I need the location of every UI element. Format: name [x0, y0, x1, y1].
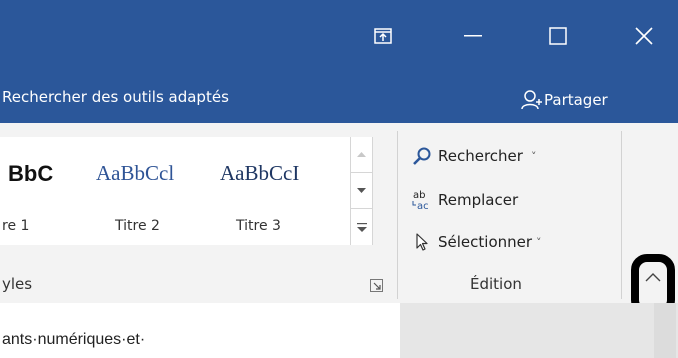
style-heading3-label: Titre 3 — [236, 218, 281, 234]
find-button[interactable]: Rechercher ˅ — [412, 141, 536, 171]
chevron-up-icon — [645, 273, 661, 282]
gallery-more-button[interactable] — [351, 209, 372, 245]
maximize-button[interactable] — [532, 14, 584, 58]
styles-group-label: yles — [2, 275, 33, 293]
group-separator — [397, 131, 398, 299]
ribbon-display-options-icon — [374, 28, 392, 44]
minimize-icon — [464, 35, 482, 37]
share-label: Partager — [544, 91, 608, 109]
select-button[interactable]: Sélectionner ˅ — [412, 227, 542, 257]
group-separator — [621, 131, 622, 299]
replace-label: Remplacer — [438, 191, 519, 209]
style-heading2-label: Titre 2 — [115, 218, 160, 234]
ribbon: BbC AaBbCcl AaBbCcI re 1 Titre 2 Titre 3… — [0, 123, 678, 303]
style-heading1-label: re 1 — [2, 218, 30, 234]
triangle-down-icon — [357, 188, 366, 193]
styles-gallery: BbC AaBbCcl AaBbCcI re 1 Titre 2 Titre 3 — [0, 137, 350, 245]
document-text: ants·numériques·et· — [2, 331, 146, 348]
svg-text:ac: ac — [417, 201, 429, 211]
gallery-scroll-down[interactable] — [351, 173, 372, 209]
svg-text:ab: ab — [413, 190, 425, 201]
share-button[interactable]: Partager — [520, 85, 608, 115]
replace-icon: ab ac — [412, 190, 429, 211]
ribbon-display-options-button[interactable] — [357, 14, 409, 58]
style-heading3-sample[interactable]: AaBbCcI — [220, 161, 299, 186]
share-person-icon — [521, 90, 542, 110]
more-styles-icon — [356, 222, 367, 232]
minimize-button[interactable] — [447, 14, 499, 58]
document-area: ants·numériques·et· — [0, 303, 678, 358]
styles-dialog-launcher-icon[interactable] — [370, 279, 383, 292]
tell-me-search[interactable]: Rechercher des outils adaptés — [2, 88, 229, 106]
styles-gallery-scroll — [350, 137, 373, 245]
editing-group-label: Édition — [470, 275, 522, 293]
style-heading2-sample[interactable]: AaBbCcl — [96, 161, 174, 186]
find-label: Rechercher — [438, 147, 523, 165]
replace-button[interactable]: ab ac Remplacer — [412, 185, 518, 215]
close-icon — [635, 27, 653, 45]
gallery-scroll-up[interactable] — [351, 137, 372, 173]
triangle-up-icon — [357, 152, 366, 157]
select-label: Sélectionner — [438, 233, 533, 251]
close-button[interactable] — [618, 14, 670, 58]
vertical-scrollbar[interactable] — [654, 303, 676, 358]
style-heading1-sample[interactable]: BbC — [8, 161, 53, 187]
tell-me-bar: Rechercher des outils adaptés Partager — [0, 76, 678, 123]
maximize-icon — [549, 27, 567, 45]
document-page[interactable]: ants·numériques·et· — [0, 303, 400, 358]
chevron-down-icon: ˅ — [536, 235, 542, 249]
chevron-down-icon: ˅ — [530, 149, 537, 163]
search-icon — [413, 147, 431, 165]
title-bar — [0, 0, 678, 76]
select-cursor-icon — [416, 233, 428, 251]
